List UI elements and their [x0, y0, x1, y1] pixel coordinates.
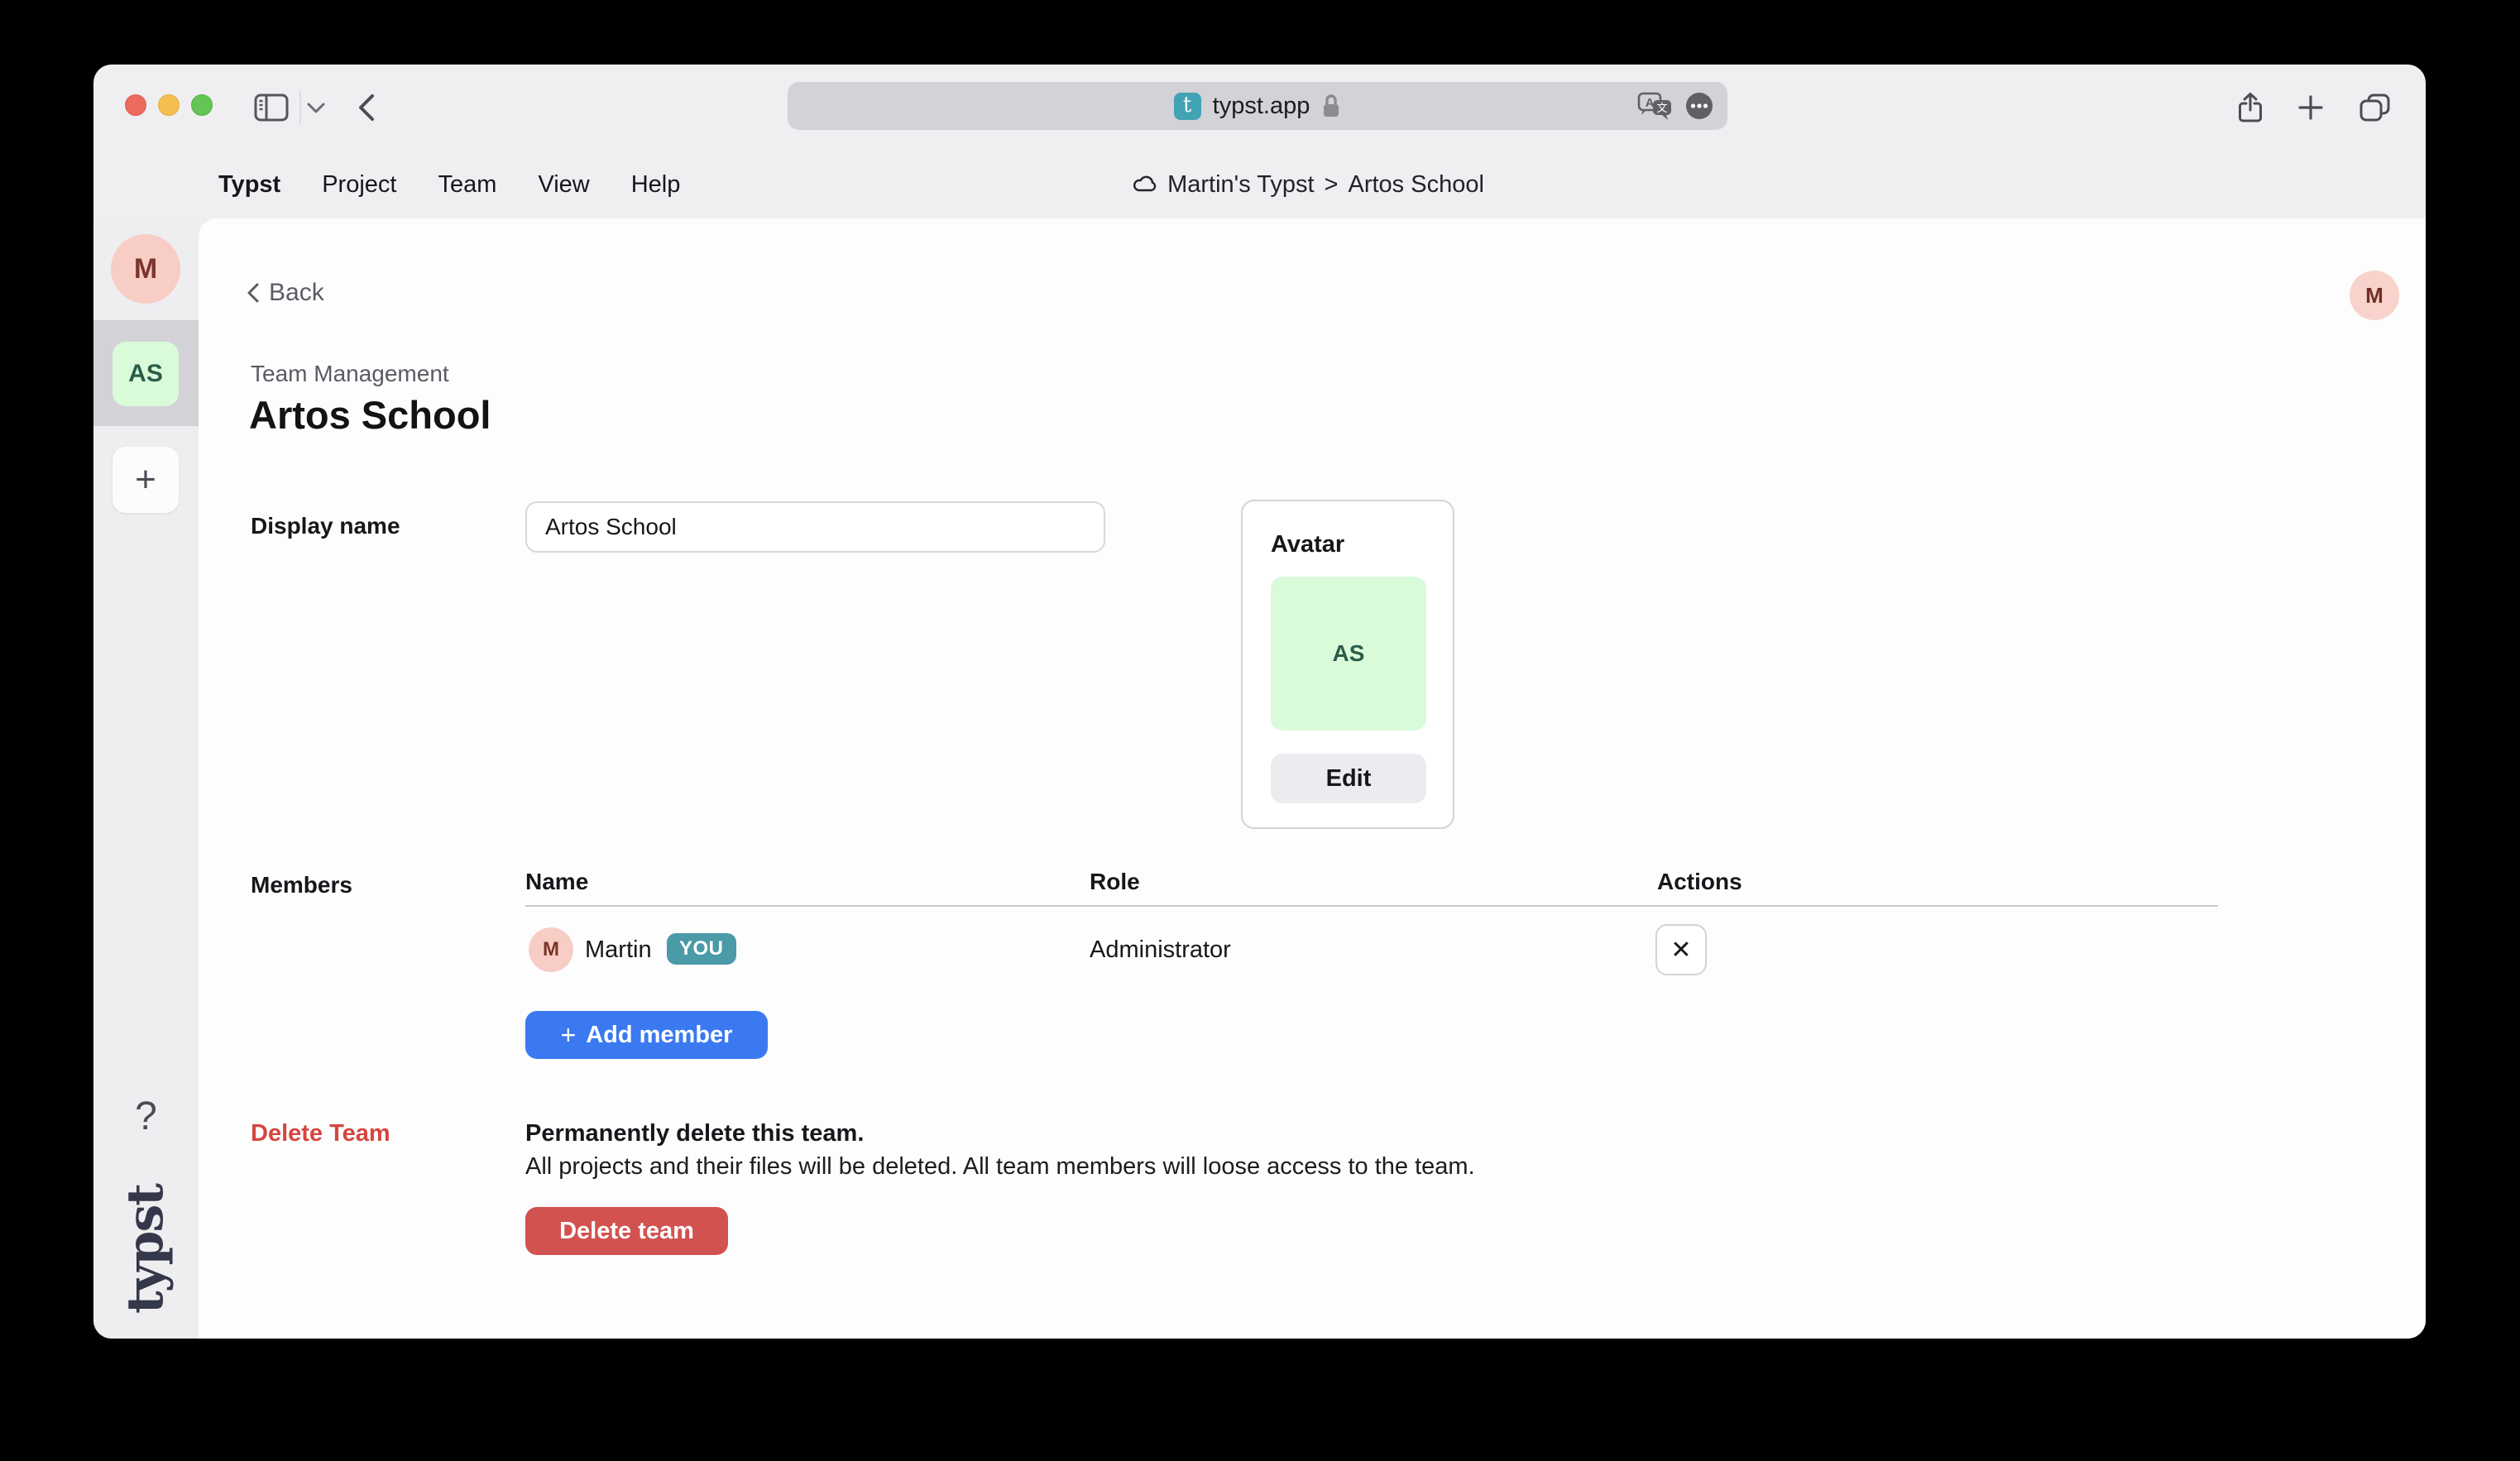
workspace-sidebar: M AS + ? typst — [93, 218, 199, 1339]
column-header-role: Role — [1090, 869, 1140, 895]
translate-icon[interactable]: A 文 — [1636, 90, 1674, 122]
remove-member-button[interactable]: ✕ — [1655, 924, 1707, 975]
member-role: Administrator — [1090, 936, 1231, 964]
display-name-input[interactable] — [525, 501, 1105, 553]
user-initial: M — [134, 253, 157, 285]
zoom-window-button[interactable] — [191, 94, 213, 116]
menu-typst[interactable]: Typst — [218, 171, 280, 199]
page-title: Artos School — [249, 392, 491, 438]
add-member-button[interactable]: + Add member — [525, 1011, 768, 1059]
back-link[interactable]: Back — [247, 279, 324, 307]
browser-window: t typst.app A 文 — [93, 65, 2426, 1339]
breadcrumb-workspace[interactable]: Martin's Typst — [1167, 171, 1314, 199]
typst-logo-text: typst — [117, 1185, 175, 1314]
members-label: Members — [251, 872, 352, 898]
menu-project[interactable]: Project — [322, 171, 396, 199]
column-header-name: Name — [525, 869, 588, 895]
add-team-button[interactable]: + — [113, 447, 179, 513]
favicon-letter: t — [1183, 93, 1191, 117]
delete-team-button[interactable]: Delete team — [525, 1207, 728, 1255]
section-label: Team Management — [251, 361, 449, 387]
share-icon[interactable] — [2238, 92, 2263, 123]
team-initials: AS — [128, 360, 163, 388]
account-initial: M — [2365, 283, 2383, 309]
menu-team[interactable]: Team — [438, 171, 496, 199]
delete-team-heading: Permanently delete this team. — [525, 1120, 864, 1147]
back-label: Back — [269, 279, 324, 307]
sidebar-item-team-artos-school[interactable]: AS — [113, 342, 179, 406]
sidebar-item-personal-workspace[interactable]: M — [111, 234, 180, 304]
lock-icon — [1321, 93, 1341, 119]
close-icon: ✕ — [1670, 936, 1691, 965]
url-text: typst.app — [1213, 93, 1310, 120]
delete-team-section-label: Delete Team — [251, 1120, 390, 1147]
chevron-left-icon — [247, 283, 259, 303]
breadcrumb: Martin's Typst > Artos School — [1131, 151, 1484, 218]
help-button[interactable]: ? — [93, 1094, 199, 1139]
app-menus: Typst Project Team View Help — [218, 151, 680, 218]
toolbar-chevron-button[interactable] — [304, 65, 328, 151]
minimize-window-button[interactable] — [158, 94, 180, 116]
display-name-label: Display name — [251, 513, 400, 539]
typst-logo[interactable]: typst — [93, 1175, 199, 1324]
avatar-card: Avatar AS Edit — [1241, 500, 1454, 829]
breadcrumb-separator: > — [1325, 171, 1339, 199]
new-tab-icon[interactable] — [2297, 94, 2324, 121]
app-menu-bar: Typst Project Team View Help Martin's Ty… — [93, 151, 2426, 218]
avatar-card-label: Avatar — [1271, 531, 1344, 558]
toolbar-divider — [299, 91, 301, 124]
question-mark-icon: ? — [135, 1095, 157, 1138]
address-bar-actions: A 文 — [1636, 82, 1714, 130]
svg-text:A: A — [1646, 96, 1655, 110]
column-header-actions: Actions — [1657, 869, 1742, 895]
svg-text:文: 文 — [1656, 103, 1667, 115]
sidebar-icon — [254, 93, 289, 122]
you-badge: YOU — [667, 933, 736, 965]
address-bar[interactable]: t typst.app A 文 — [788, 82, 1727, 130]
page-settings-icon[interactable] — [1684, 91, 1714, 121]
edit-avatar-button[interactable]: Edit — [1271, 754, 1426, 803]
plus-icon: + — [561, 1020, 577, 1051]
menu-view[interactable]: View — [538, 171, 589, 199]
toggle-sidebar-button[interactable] — [251, 65, 292, 151]
breadcrumb-page[interactable]: Artos School — [1348, 171, 1483, 199]
member-name: Martin — [585, 936, 652, 964]
add-member-label: Add member — [586, 1022, 732, 1049]
site-favicon: t — [1174, 93, 1201, 120]
you-badge-label: YOU — [679, 937, 724, 960]
browser-back-button[interactable] — [352, 65, 381, 151]
member-avatar: M — [529, 927, 573, 972]
member-initial: M — [543, 938, 559, 961]
team-avatar-preview: AS — [1271, 577, 1426, 730]
team-management-panel: Back M Team Management Artos School Disp… — [199, 218, 2426, 1339]
plus-icon: + — [135, 459, 156, 501]
toolbar-right-actions — [2238, 65, 2392, 151]
chevron-left-icon — [358, 94, 375, 121]
table-header-divider — [525, 905, 2218, 907]
tab-overview-icon[interactable] — [2359, 93, 2392, 122]
browser-toolbar: t typst.app A 文 — [93, 65, 2426, 151]
delete-team-description: All projects and their files will be del… — [525, 1153, 1475, 1181]
account-avatar[interactable]: M — [2350, 271, 2399, 320]
close-window-button[interactable] — [125, 94, 146, 116]
chevron-down-icon — [307, 103, 325, 113]
team-avatar-initials: AS — [1333, 640, 1365, 667]
menu-help[interactable]: Help — [631, 171, 681, 199]
cloud-icon — [1131, 175, 1157, 194]
window-controls — [125, 94, 213, 116]
